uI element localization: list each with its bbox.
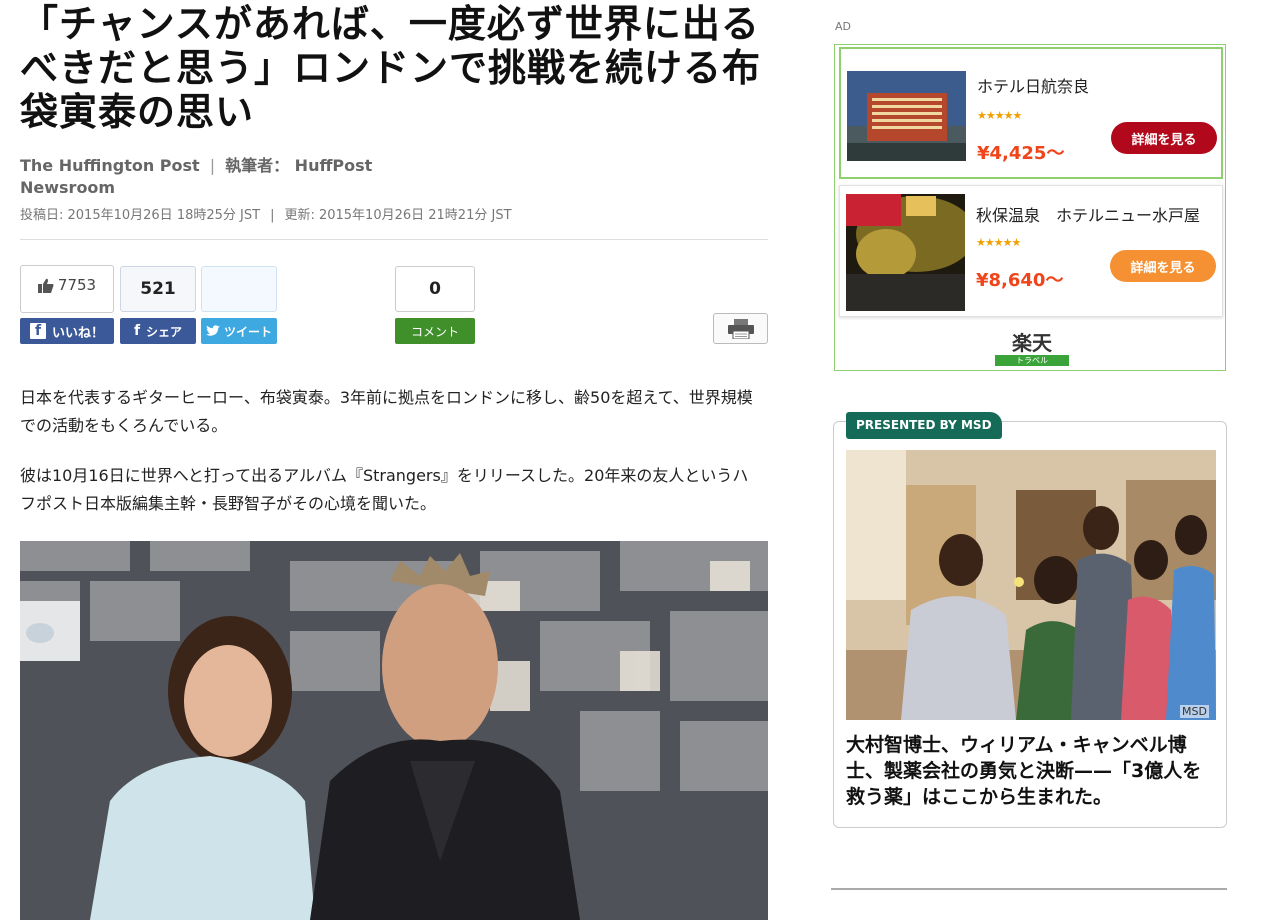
section-divider xyxy=(831,888,1227,890)
sponsored-photo[interactable] xyxy=(846,450,1216,720)
details-button[interactable]: 詳細を見る xyxy=(1111,122,1217,154)
rakuten-logo-text: 楽天 xyxy=(1012,331,1052,355)
printer-icon xyxy=(727,318,754,339)
rakuten-travel-logo[interactable]: 楽天 トラベル xyxy=(995,331,1069,367)
date-separator: | xyxy=(270,208,275,223)
ad-hotel-card[interactable]: ホテル日航奈良 ★★★★★ ¥4,425〜 詳細を見る xyxy=(839,47,1223,179)
posted-date: 投稿日: 2015年10月26日 18時25分 JST xyxy=(20,208,261,223)
article-paragraph: 日本を代表するギターヒーロー、布袋寅泰。3年前に拠点をロンドンに移し、齢50を超… xyxy=(20,388,753,435)
header-divider xyxy=(20,239,768,240)
print-button[interactable] xyxy=(713,313,768,344)
twitter-bird-icon xyxy=(205,325,220,336)
comment-count: 0 xyxy=(429,279,441,299)
facebook-share-button[interactable]: f シェア xyxy=(120,318,196,344)
share-count-box: 521 xyxy=(120,266,196,312)
details-button[interactable]: 詳細を見る xyxy=(1110,250,1216,282)
tweet-button[interactable]: ツイート xyxy=(201,318,277,344)
ad-label: AD xyxy=(835,20,851,33)
article-paragraph: 彼は10月16日に世界へと打って出るアルバム『Strangers』をリリースした… xyxy=(20,466,749,513)
facebook-like-button[interactable]: f いいね！ xyxy=(20,318,114,344)
hotel-ad[interactable]: ホテル日航奈良 ★★★★★ ¥4,425〜 詳細を見る 秋保温泉 ホテルニュー水… xyxy=(834,44,1226,371)
tweet-count-box xyxy=(201,266,277,312)
like-label: いいね！ xyxy=(51,325,104,341)
thumbs-up-icon xyxy=(37,278,54,293)
like-count: 7753 xyxy=(57,276,97,294)
byline: The Huffington Post | 執筆者： HuffPost Newsro… xyxy=(20,155,400,199)
article-dates: 投稿日: 2015年10月26日 18時25分 JST | 更新: 2015年10月… xyxy=(20,204,512,223)
tweet-label: ツイート xyxy=(223,324,272,339)
presented-by-badge: PRESENTED BY MSD xyxy=(846,412,1002,439)
comment-label: コメント xyxy=(410,324,459,339)
facebook-icon: f xyxy=(133,323,141,339)
rakuten-logo-sub: トラベル xyxy=(995,355,1069,366)
share-count: 521 xyxy=(140,279,176,299)
rating-stars: ★★★★★ xyxy=(976,236,1021,249)
share-label: シェア xyxy=(146,324,183,339)
hotel-name[interactable]: ホテル日航奈良 xyxy=(977,73,1089,97)
hotel-price: ¥4,425〜 xyxy=(977,143,1065,164)
updated-date: 更新: 2015年10月26日 21時21分 JST xyxy=(284,208,512,223)
rating-stars: ★★★★★ xyxy=(977,109,1022,122)
hotel-name[interactable]: 秋保温泉 ホテルニュー水戸屋 xyxy=(976,202,1200,226)
facebook-icon: f xyxy=(29,323,46,339)
hotel-image[interactable] xyxy=(847,71,966,161)
author-label: 執筆者： xyxy=(225,156,290,175)
comment-button[interactable]: コメント xyxy=(395,318,475,344)
article-title: 「チャンスがあれば、一度必ず世界に出るべきだと思う」ロンドンで挑戦を続ける布袋寅… xyxy=(20,2,762,134)
article-photo xyxy=(20,541,768,920)
ad-hotel-card[interactable]: 秋保温泉 ホテルニュー水戸屋 ★★★★★ ¥8,640〜 詳細を見る xyxy=(839,185,1223,317)
photo-credit: MSD xyxy=(1180,705,1209,718)
sponsored-headline[interactable]: 大村智博士、ウィリアム・キャンベル博士、製薬会社の勇気と決断——「3億人を救う薬… xyxy=(846,732,1216,810)
like-count-box: 7753 xyxy=(20,265,114,313)
byline-separator: | xyxy=(209,156,216,175)
source-name[interactable]: The Huffington Post xyxy=(20,156,200,175)
hotel-image[interactable] xyxy=(846,194,965,311)
comment-count-box: 0 xyxy=(395,266,475,312)
hotel-price: ¥8,640〜 xyxy=(976,270,1064,291)
